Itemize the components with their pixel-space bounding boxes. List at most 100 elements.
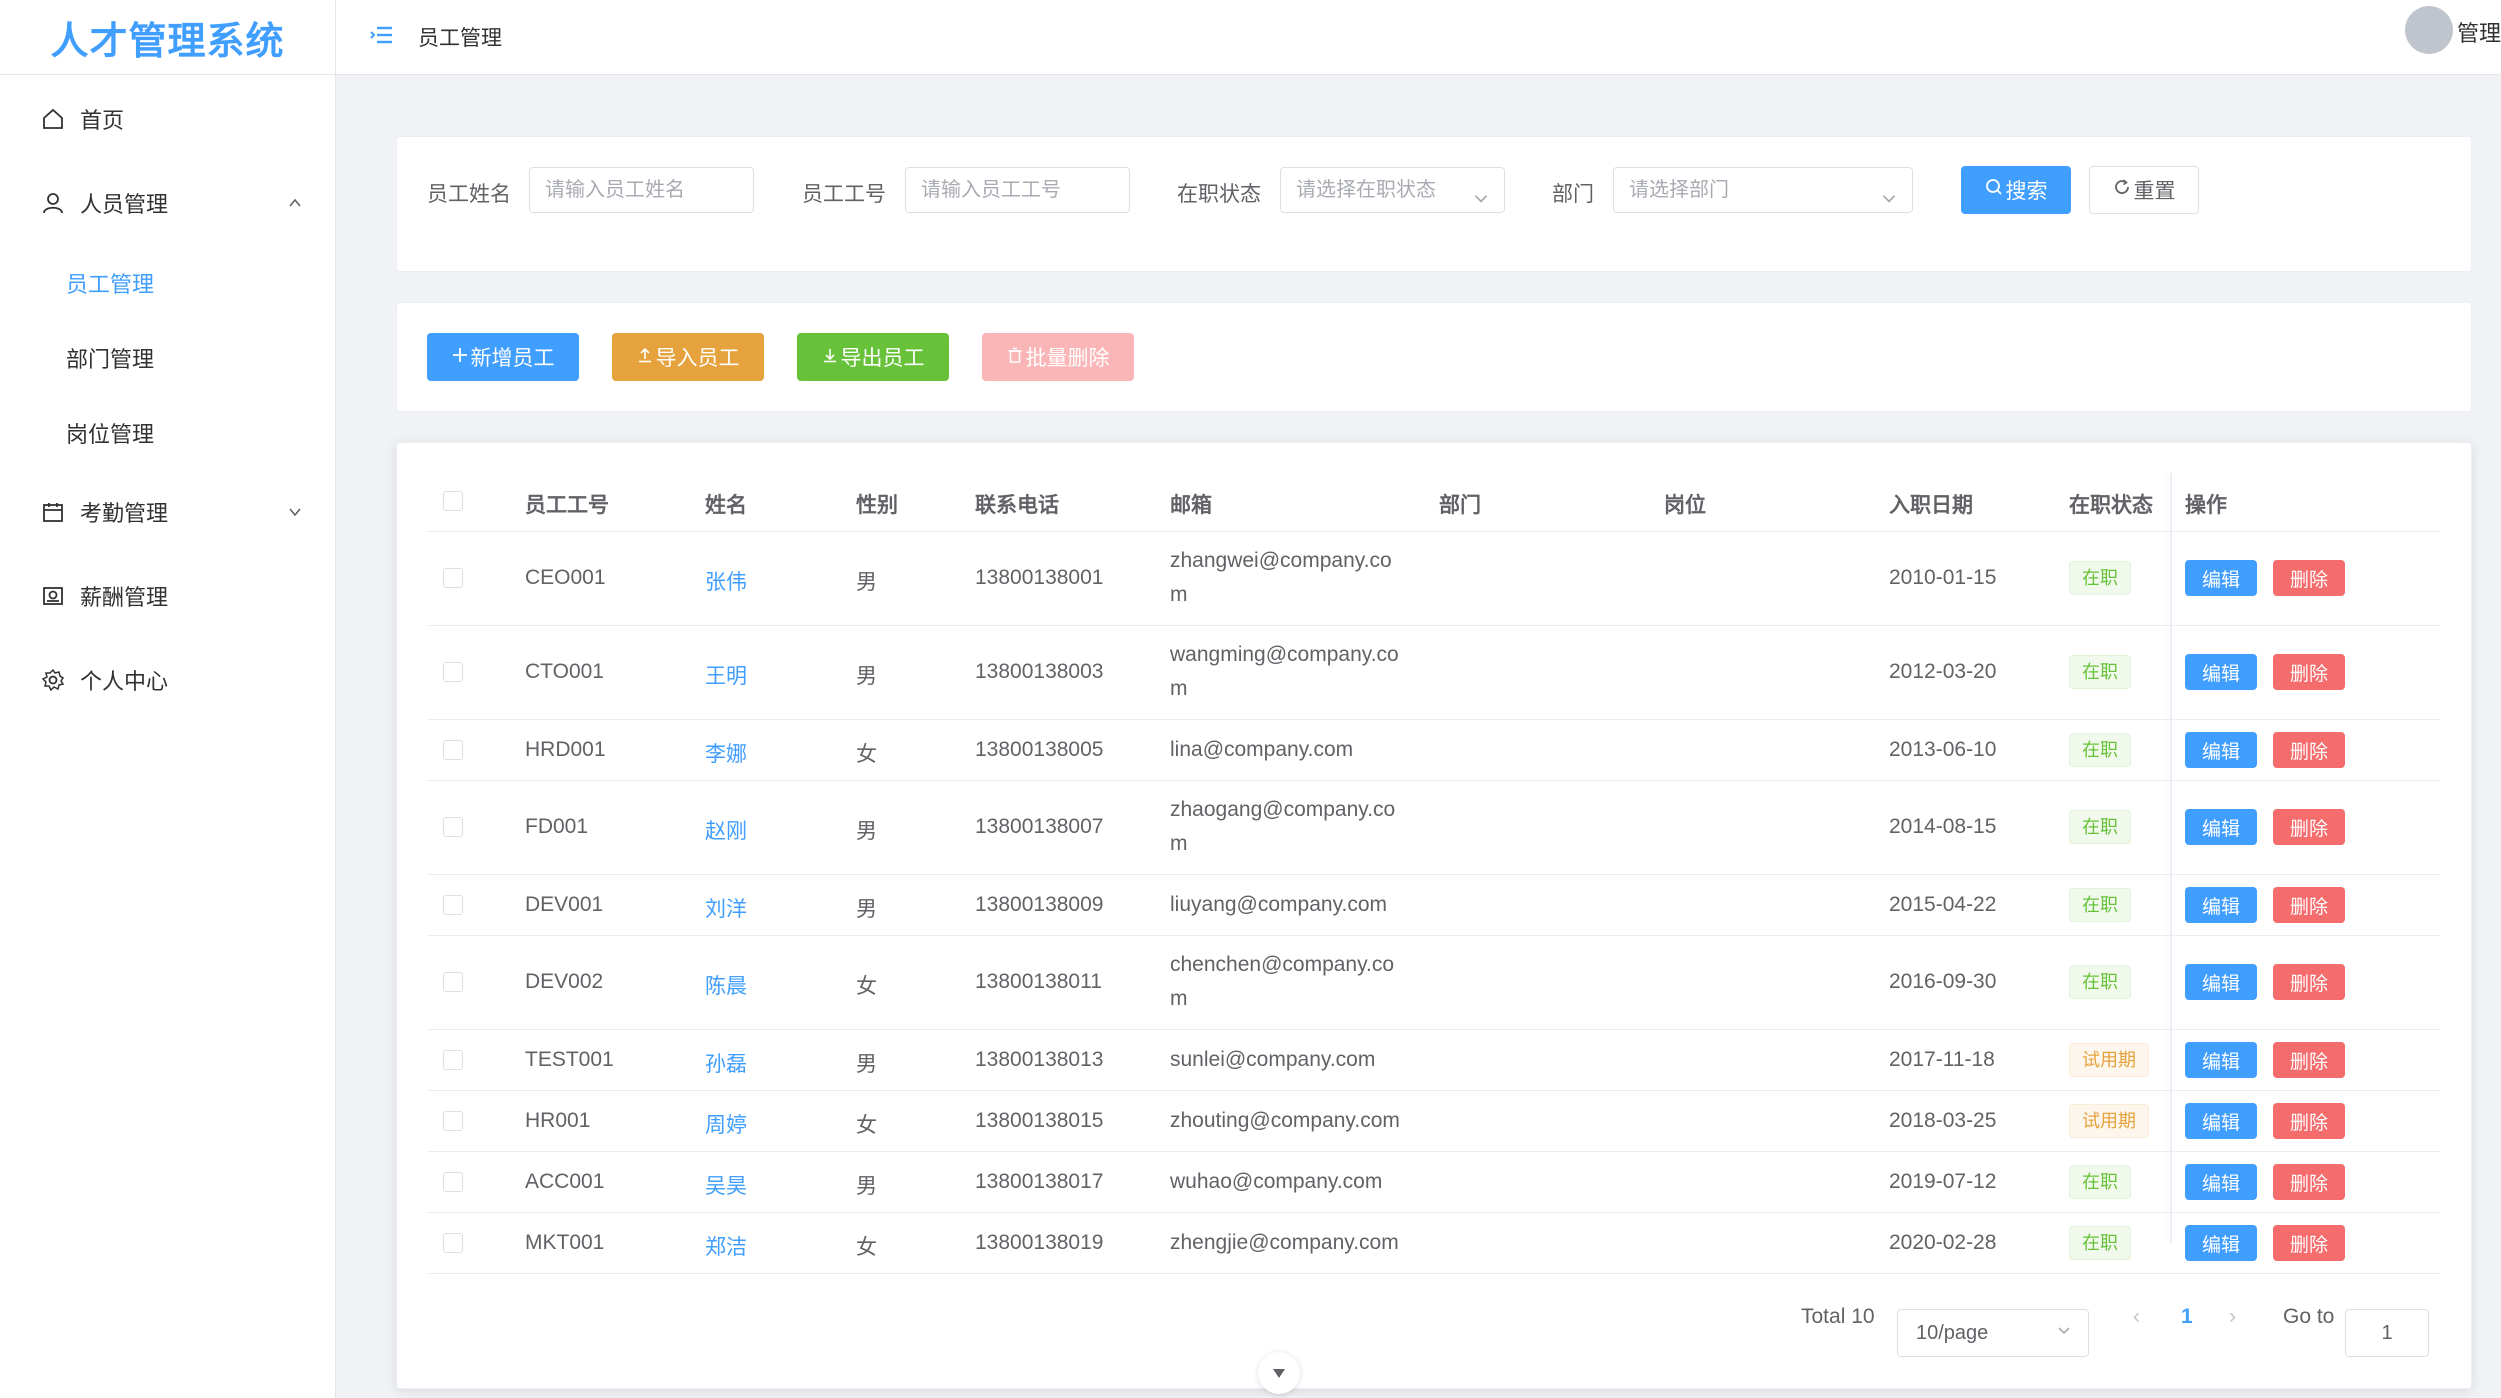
breadcrumb[interactable]: 员工管理	[418, 22, 502, 52]
cell-email: wangming@company.co m	[1170, 638, 1410, 706]
sidebar-subitem-position[interactable]: 岗位管理	[0, 395, 335, 470]
row-checkbox[interactable]	[443, 740, 463, 760]
cell-employee-name[interactable]: 刘洋	[705, 893, 747, 923]
search-button-label: 搜索	[2005, 180, 2048, 203]
batch-delete-button[interactable]: 批量删除	[982, 333, 1134, 381]
col-header-name[interactable]: 姓名	[705, 489, 747, 519]
cell-employee-id: CTO001	[525, 660, 604, 683]
row-checkbox[interactable]	[443, 817, 463, 837]
trash-icon	[1007, 345, 1023, 369]
chevron-down-icon	[287, 500, 303, 526]
cell-email-line2: m	[1170, 677, 1188, 700]
edit-button[interactable]: 编辑	[2185, 1225, 2257, 1261]
row-checkbox[interactable]	[443, 895, 463, 915]
scroll-down-icon[interactable]	[1258, 1352, 1300, 1394]
table-row: HR001 周婷 女 13800138015 zhouting@company.com 2…	[427, 1090, 2441, 1152]
cell-employee-name[interactable]: 李娜	[705, 738, 747, 768]
delete-button[interactable]: 删除	[2273, 732, 2345, 768]
sidebar-subitem-employee[interactable]: 员工管理	[0, 245, 335, 320]
search-form-card: 员工姓名 请输入员工姓名 员工工号 请输入员工工号 在职状态 请选择在职状态 部…	[396, 136, 2472, 272]
edit-button[interactable]: 编辑	[2185, 887, 2257, 923]
table-row: FD001 赵刚 男 13800138007 zhaogang@company.co m 2…	[427, 780, 2441, 875]
delete-button[interactable]: 删除	[2273, 654, 2345, 690]
department-select[interactable]: 请选择部门	[1613, 167, 1913, 213]
cell-employee-name[interactable]: 周婷	[705, 1109, 747, 1139]
refresh-icon	[2113, 178, 2131, 202]
reset-button[interactable]: 重置	[2089, 166, 2199, 214]
sidebar-item-attendance[interactable]: 考勤管理	[0, 470, 335, 554]
sidebar-item-home[interactable]: 首页	[0, 77, 335, 161]
delete-button[interactable]: 删除	[2273, 560, 2345, 596]
col-header-status[interactable]: 在职状态	[2069, 489, 2153, 519]
export-employee-button[interactable]: 导出员工	[797, 333, 949, 381]
table-header-row: 员工工号 姓名 性别 联系电话 邮箱 部门 岗位 入职日期 在职状态 操作	[427, 471, 2441, 532]
cell-phone: 13800138007	[975, 815, 1104, 838]
page-number-1[interactable]: 1	[2181, 1305, 2193, 1329]
cell-employee-name[interactable]: 陈晨	[705, 970, 747, 1000]
edit-button[interactable]: 编辑	[2185, 560, 2257, 596]
select-all-checkbox[interactable]	[443, 491, 463, 511]
delete-button[interactable]: 删除	[2273, 1103, 2345, 1139]
edit-button[interactable]: 编辑	[2185, 1042, 2257, 1078]
cell-email: wuhao@company.com	[1170, 1170, 1383, 1193]
search-button[interactable]: 搜索	[1961, 166, 2071, 214]
status-select[interactable]: 请选择在职状态	[1280, 167, 1505, 213]
row-checkbox[interactable]	[443, 1233, 463, 1253]
sidebar-item-salary[interactable]: 薪酬管理	[0, 554, 335, 638]
user-name[interactable]: 管理	[2457, 16, 2501, 48]
cell-employee-name[interactable]: 王明	[705, 660, 747, 690]
goto-label: Go to	[2283, 1305, 2335, 1328]
avatar[interactable]	[2405, 6, 2453, 54]
page-size-select[interactable]: 10/page	[1897, 1309, 2089, 1357]
edit-button[interactable]: 编辑	[2185, 964, 2257, 1000]
edit-button[interactable]: 编辑	[2185, 1164, 2257, 1200]
delete-button[interactable]: 删除	[2273, 809, 2345, 845]
cell-employee-name[interactable]: 吴昊	[705, 1170, 747, 1200]
employee-id-input[interactable]: 请输入员工工号	[905, 167, 1130, 213]
app-logo: 人才管理系统	[0, 0, 335, 75]
import-employee-button[interactable]: 导入员工	[612, 333, 764, 381]
col-header-hire-date[interactable]: 入职日期	[1889, 489, 1973, 519]
menu-fold-icon[interactable]	[370, 24, 394, 51]
cell-gender: 男	[856, 820, 877, 843]
cell-employee-name[interactable]: 孙磊	[705, 1048, 747, 1078]
row-checkbox[interactable]	[443, 662, 463, 682]
delete-button[interactable]: 删除	[2273, 1042, 2345, 1078]
sidebar-item-personnel[interactable]: 人员管理	[0, 161, 335, 245]
delete-button[interactable]: 删除	[2273, 1164, 2345, 1200]
row-checkbox[interactable]	[443, 1111, 463, 1131]
add-employee-button[interactable]: 新增员工	[427, 333, 579, 381]
cell-employee-name[interactable]: 张伟	[705, 566, 747, 596]
col-header-gender[interactable]: 性别	[856, 489, 898, 519]
next-page-icon[interactable]: ›	[2229, 1305, 2236, 1329]
cell-gender: 男	[856, 665, 877, 688]
cell-employee-name[interactable]: 赵刚	[705, 815, 747, 845]
col-header-position[interactable]: 岗位	[1664, 489, 1706, 519]
employee-name-input[interactable]: 请输入员工姓名	[529, 167, 754, 213]
cell-hire-date: 2017-11-18	[1889, 1048, 1995, 1071]
edit-button[interactable]: 编辑	[2185, 654, 2257, 690]
row-checkbox[interactable]	[443, 1050, 463, 1070]
col-header-id[interactable]: 员工工号	[525, 489, 609, 519]
cell-phone: 13800138013	[975, 1048, 1104, 1071]
sidebar-item-profile[interactable]: 个人中心	[0, 638, 335, 722]
row-checkbox[interactable]	[443, 972, 463, 992]
cell-phone: 13800138019	[975, 1231, 1104, 1254]
cell-email: zhaogang@company.co m	[1170, 793, 1410, 861]
delete-button[interactable]: 删除	[2273, 964, 2345, 1000]
delete-button[interactable]: 删除	[2273, 887, 2345, 923]
col-header-phone[interactable]: 联系电话	[975, 489, 1059, 519]
row-checkbox[interactable]	[443, 568, 463, 588]
col-header-email[interactable]: 邮箱	[1170, 489, 1212, 519]
cell-employee-name[interactable]: 郑洁	[705, 1231, 747, 1261]
sidebar-subitem-department[interactable]: 部门管理	[0, 320, 335, 395]
employee-table-card: 员工工号 姓名 性别 联系电话 邮箱 部门 岗位 入职日期 在职状态 操作 CE…	[396, 442, 2472, 1389]
edit-button[interactable]: 编辑	[2185, 1103, 2257, 1139]
prev-page-icon[interactable]: ‹	[2133, 1305, 2140, 1329]
col-header-department[interactable]: 部门	[1439, 489, 1481, 519]
delete-button[interactable]: 删除	[2273, 1225, 2345, 1261]
edit-button[interactable]: 编辑	[2185, 809, 2257, 845]
goto-page-input[interactable]: 1	[2345, 1309, 2429, 1357]
edit-button[interactable]: 编辑	[2185, 732, 2257, 768]
row-checkbox[interactable]	[443, 1172, 463, 1192]
